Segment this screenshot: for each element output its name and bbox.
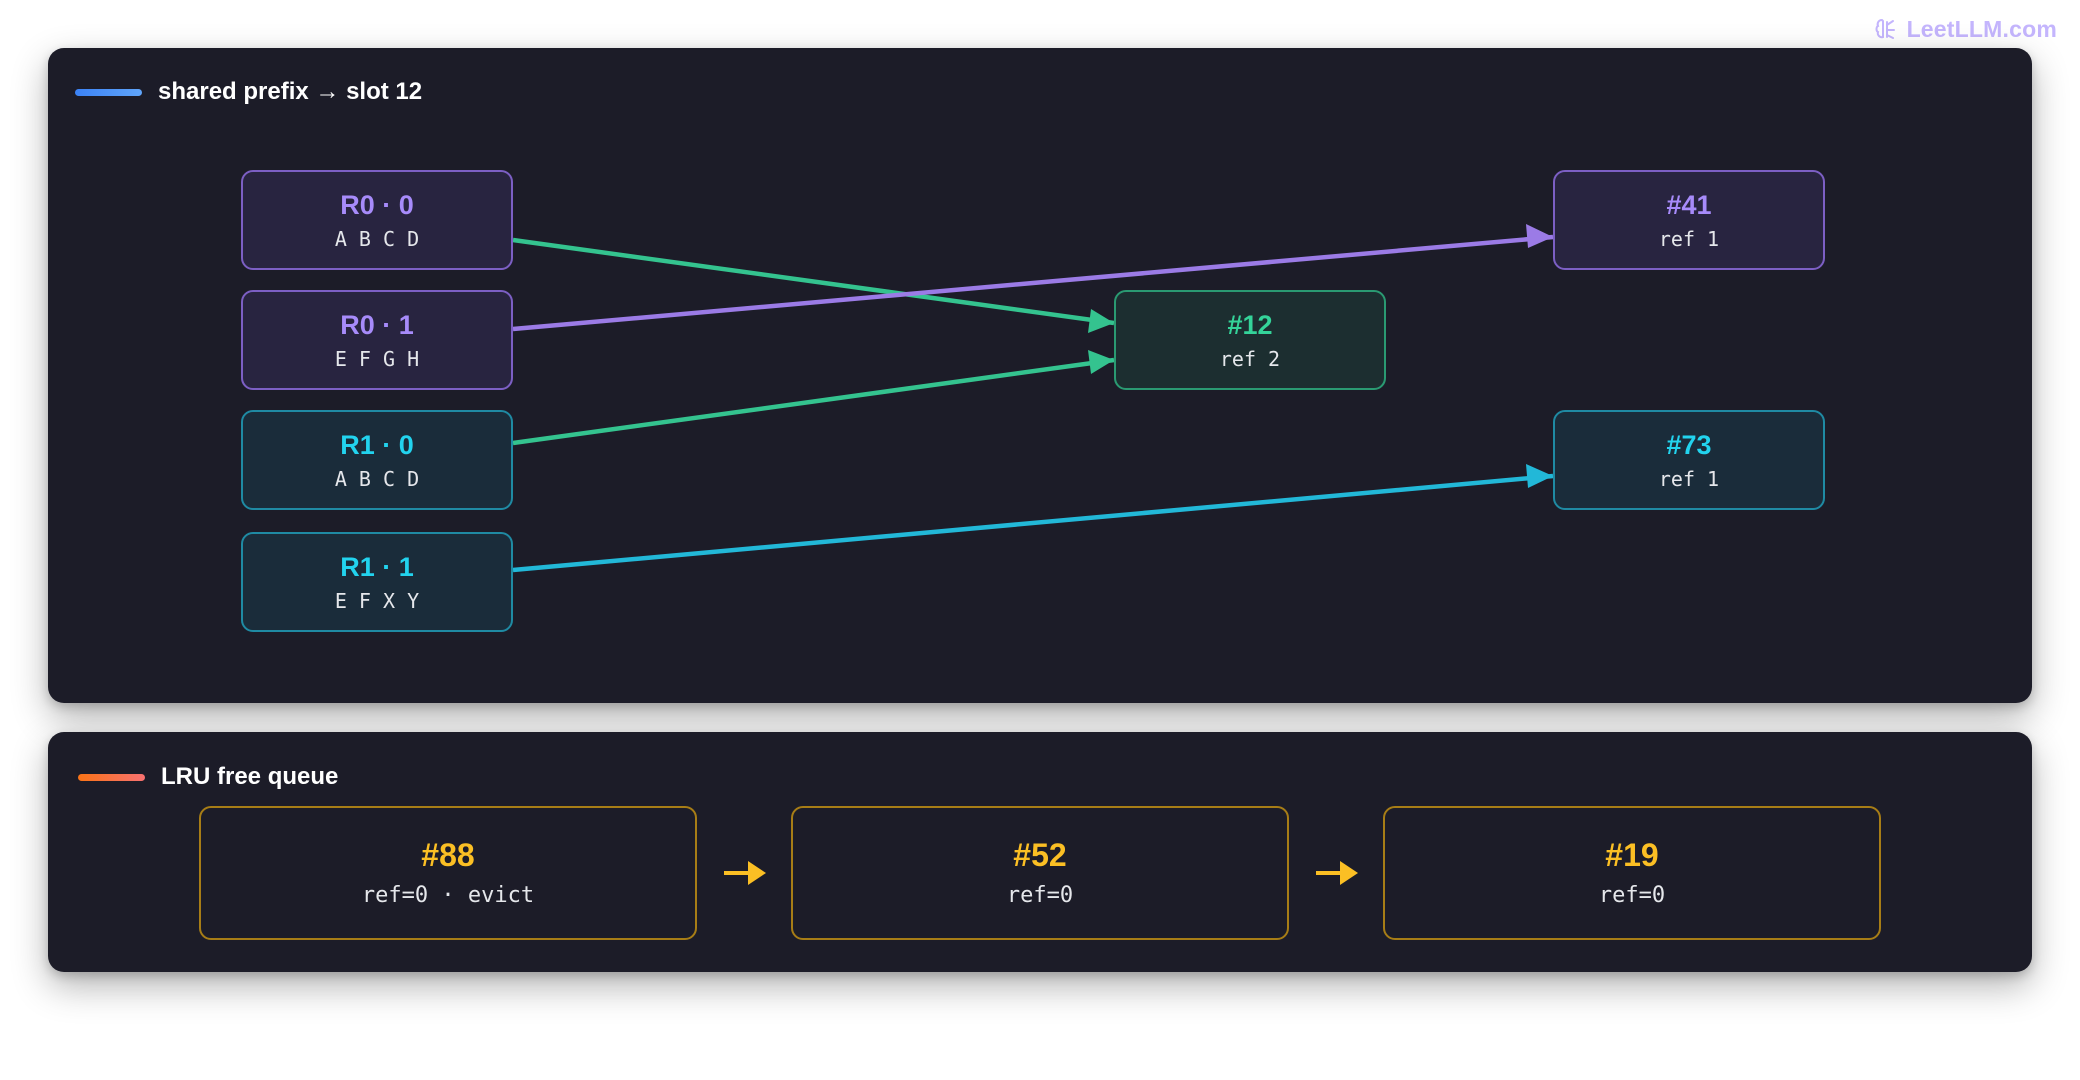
request-node-r0-0: R0 · 0 A B C D xyxy=(241,170,513,270)
lru-queue-legend-label: LRU free queue xyxy=(161,763,339,790)
request-label: R1 · 1 xyxy=(340,551,414,582)
queue-block-status: ref=0 xyxy=(1006,883,1074,908)
queue-block-label: #88 xyxy=(421,837,475,873)
watermark-text: LeetLLM.com xyxy=(1906,15,2057,42)
block-label: #41 xyxy=(1666,189,1712,220)
request-label: R1 · 0 xyxy=(340,429,414,460)
arrow-right-icon xyxy=(724,861,766,885)
request-node-r1-1: R1 · 1 E F X Y xyxy=(241,532,513,632)
legend-swatch-orange xyxy=(78,773,145,781)
block-ref-count: ref 1 xyxy=(1658,466,1720,491)
queue-block-52: #52 ref=0 xyxy=(791,806,1289,940)
edge-r1-0-to-12 xyxy=(512,350,1115,446)
request-tokens: A B C D xyxy=(334,466,420,491)
block-ref-count: ref 2 xyxy=(1219,346,1281,371)
block-label: #12 xyxy=(1227,309,1273,340)
watermark: LeetLLM.com xyxy=(1873,14,2057,44)
request-node-r1-0: R1 · 0 A B C D xyxy=(241,410,513,510)
request-node-r0-1: R0 · 1 E F G H xyxy=(241,290,513,390)
queue-block-status: ref=0 · evict xyxy=(361,883,535,908)
request-tokens: A B C D xyxy=(334,226,420,251)
block-node-12: #12 ref 2 xyxy=(1114,290,1386,390)
request-label: R0 · 1 xyxy=(340,309,414,340)
diagram-canvas: LeetLLM.com shared prefix → slot 12 R0 ·… xyxy=(0,0,2080,1080)
request-label: R0 · 0 xyxy=(340,189,414,220)
request-tokens: E F X Y xyxy=(334,588,420,613)
shared-prefix-panel: shared prefix → slot 12 R0 · 0 A B C D R… xyxy=(48,48,2032,703)
lru-free-queue-panel: LRU free queue #88 ref=0 · evict #52 ref… xyxy=(48,732,2032,972)
block-ref-count: ref 1 xyxy=(1658,226,1720,251)
block-label: #73 xyxy=(1666,429,1712,460)
brain-icon xyxy=(1875,18,1895,39)
queue-block-label: #19 xyxy=(1605,837,1659,873)
block-node-41: #41 ref 1 xyxy=(1553,170,1825,270)
edge-r1-1-to-73 xyxy=(512,464,1554,573)
request-tokens: E F G H xyxy=(334,346,420,371)
queue-block-label: #52 xyxy=(1013,837,1067,873)
queue-block-88: #88 ref=0 · evict xyxy=(199,806,697,940)
arrow-right-icon xyxy=(1316,861,1358,885)
lru-queue-legend: LRU free queue xyxy=(78,758,338,796)
block-node-73: #73 ref 1 xyxy=(1553,410,1825,510)
queue-block-19: #19 ref=0 xyxy=(1383,806,1881,940)
queue-block-status: ref=0 xyxy=(1598,883,1666,908)
